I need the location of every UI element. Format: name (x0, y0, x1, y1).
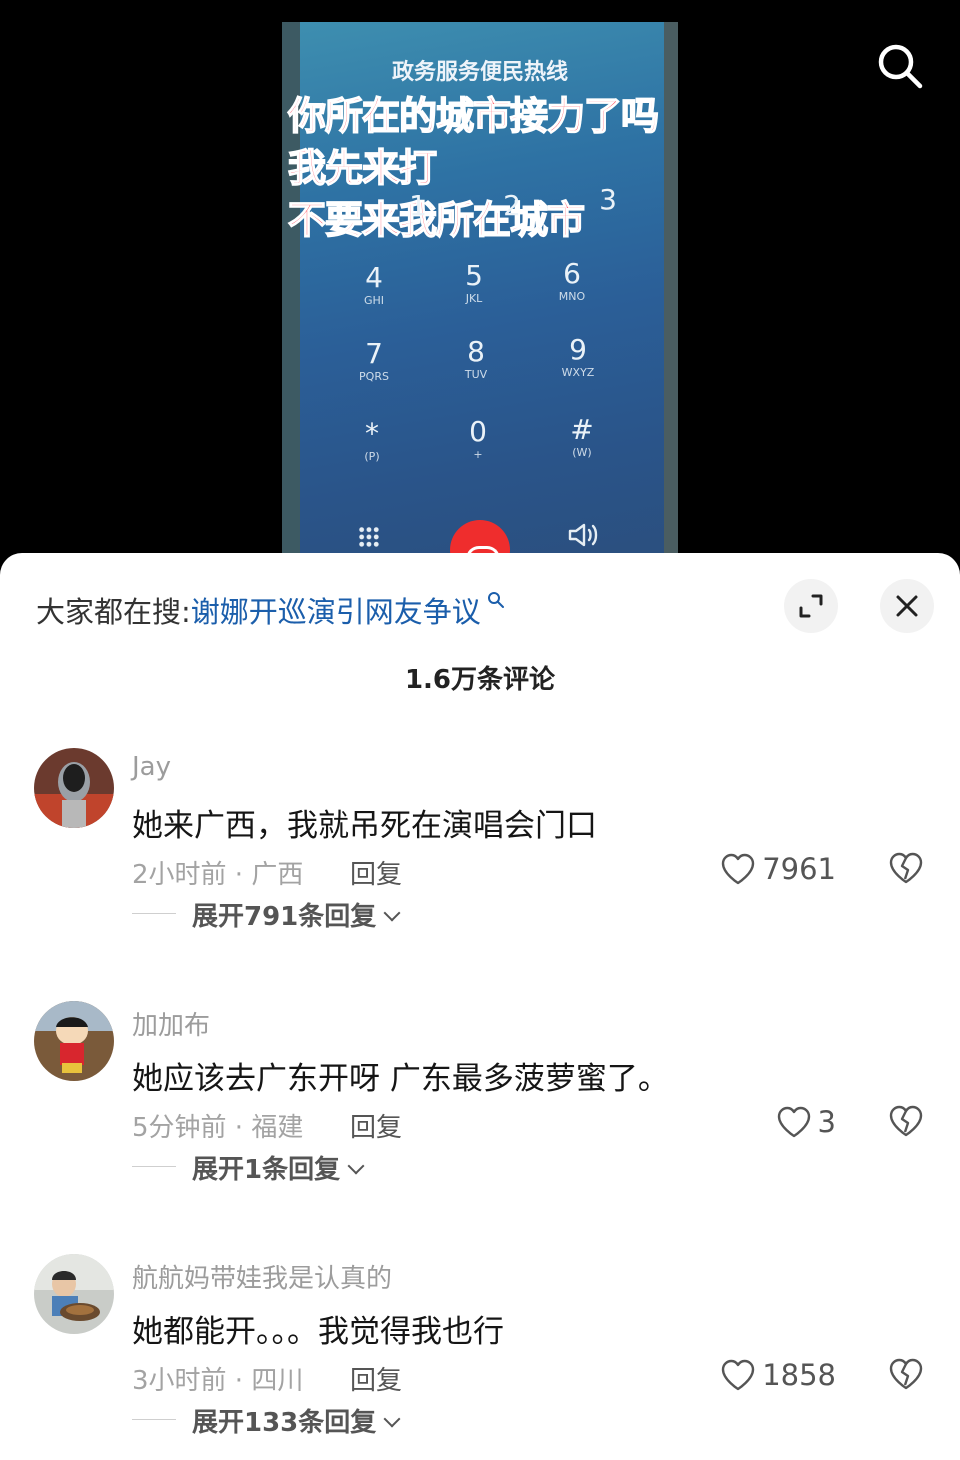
video-caption-line-1: 你所在的城市接力了吗 (287, 93, 660, 139)
chevron-down-icon (383, 1410, 401, 1428)
like-count: 3 (817, 1105, 836, 1139)
dislike-button[interactable] (888, 850, 924, 886)
dial-key-7: 7 PQRS (359, 337, 389, 384)
comment-text: 她来广西，我就吊死在演唱会门口 (132, 808, 597, 844)
reply-button[interactable]: 回复 (350, 1360, 402, 1397)
expand-icon (799, 594, 823, 618)
comment-username[interactable]: 加加布 (132, 1005, 210, 1042)
broken-heart-icon (889, 1358, 923, 1390)
video-player[interactable]: 政务服务便民热线 你所在的城市接力了吗 我先来打 不要来我所在城市 1 2 3 … (0, 0, 960, 562)
comment-meta: 5分钟前 · 福建 (132, 1113, 304, 1143)
comment-username[interactable]: 航航妈带娃我是认真的 (132, 1258, 392, 1295)
close-icon (896, 595, 918, 617)
expand-replies-button[interactable]: 展开1条回复 (192, 1149, 365, 1186)
comment-meta: 2小时前 · 广西 (132, 860, 304, 890)
video-caption-line-2: 我先来打 (287, 145, 438, 191)
divider (132, 1419, 176, 1420)
reply-button[interactable]: 回复 (350, 1107, 402, 1144)
comment-sheet: 大家都在搜:谢娜开巡演引网友争议 1.6万条评论 Jay 她来广西，我就吊死在演… (0, 553, 960, 1460)
avatar[interactable] (34, 1001, 114, 1081)
comment-username[interactable]: Jay (132, 752, 171, 782)
broken-heart-icon (889, 852, 923, 884)
dial-key-8: 8 TUV (464, 335, 488, 382)
dial-key-1: 1 (409, 189, 427, 222)
dial-key-3: 3 (599, 183, 617, 216)
dial-key-4: 4 GHI (363, 261, 385, 308)
dial-key-9: 9 WXYZ (561, 333, 595, 380)
like-count: 7961 (762, 852, 836, 886)
dial-key-5: 5 JKL (465, 259, 483, 306)
dial-key-hash: # (W) (570, 413, 594, 460)
small-search-icon (481, 592, 505, 614)
heart-icon (777, 1106, 810, 1138)
comment-text: 她应该去广东开呀 广东最多菠萝蜜了。 (132, 1061, 669, 1097)
comment-text: 她都能开。。。我觉得我也行 (132, 1314, 504, 1350)
dial-key-6: 6 MNO (558, 257, 586, 304)
dial-key-0: 0 + (469, 415, 487, 462)
search-icon (878, 44, 923, 89)
expand-sheet-button[interactable] (784, 579, 838, 633)
comment-meta: 3小时前 · 四川 (132, 1366, 304, 1396)
dial-key-2: 2 (503, 189, 521, 222)
dialpad-icon (358, 526, 380, 548)
avatar[interactable] (34, 748, 114, 828)
hot-search-query-link[interactable]: 谢娜开巡演引网友争议 (191, 595, 481, 629)
search-button[interactable] (876, 42, 924, 90)
chevron-down-icon (347, 1157, 365, 1175)
heart-icon (721, 853, 755, 885)
divider (132, 1166, 176, 1167)
divider (132, 913, 176, 914)
dislike-button[interactable] (888, 1356, 924, 1392)
expand-replies-button[interactable]: 展开133条回复 (192, 1402, 401, 1439)
like-button[interactable]: 1858 (720, 1358, 836, 1392)
dial-key-star: * (P) (364, 417, 380, 464)
like-button[interactable]: 7961 (720, 852, 836, 886)
avatar[interactable] (34, 1254, 114, 1334)
reply-button[interactable]: 回复 (350, 854, 402, 891)
video-frame-phone-screen: 政务服务便民热线 你所在的城市接力了吗 我先来打 不要来我所在城市 1 2 3 … (282, 22, 678, 562)
like-count: 1858 (762, 1358, 836, 1392)
speaker-icon (568, 522, 602, 554)
hot-search-label: 大家都在搜: (36, 595, 191, 629)
phone-screen-title: 政务服务便民热线 (391, 60, 568, 85)
expand-replies-button[interactable]: 展开791条回复 (192, 896, 401, 933)
chevron-down-icon (383, 904, 401, 922)
heart-icon (721, 1359, 755, 1391)
comment-count-title: 1.6万条评论 (404, 665, 556, 695)
hot-search-bar[interactable]: 大家都在搜:谢娜开巡演引网友争议 (36, 589, 505, 631)
expand-replies-label: 展开1条回复 (192, 1155, 341, 1185)
expand-replies-label: 展开133条回复 (192, 1408, 377, 1438)
expand-replies-label: 展开791条回复 (192, 902, 377, 932)
broken-heart-icon (889, 1105, 923, 1137)
close-sheet-button[interactable] (880, 579, 934, 633)
dislike-button[interactable] (888, 1103, 924, 1139)
like-button[interactable]: 3 (776, 1105, 836, 1139)
